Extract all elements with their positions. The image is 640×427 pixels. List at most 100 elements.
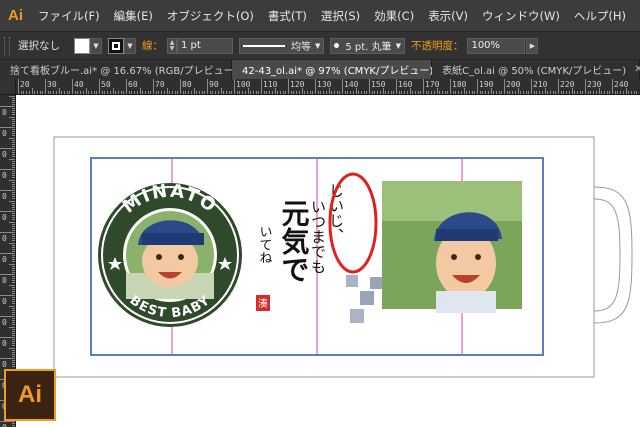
ruler-tick xyxy=(336,91,338,94)
stroke-spinner-icon[interactable]: ▲ ▼ xyxy=(167,37,177,54)
tab-document-1[interactable]: 捨て看板ブルー.ai* @ 16.67% (RGB/プレビュー)✕ xyxy=(0,60,254,79)
ruler-tick xyxy=(320,91,322,94)
ruler-tick xyxy=(50,91,52,94)
ruler-tick xyxy=(423,79,424,94)
ruler-tick xyxy=(12,332,15,334)
illustrator-logo-icon[interactable]: Ai xyxy=(7,5,24,27)
ruler-tick xyxy=(298,91,300,94)
ruler-tick xyxy=(58,88,60,94)
menu-type[interactable]: 書式(T) xyxy=(268,8,307,24)
ruler-tick xyxy=(185,91,187,94)
ruler-number: 0 xyxy=(2,192,7,201)
ruler-tick xyxy=(182,91,184,94)
artboard-canvas[interactable]: MINATO BEST BABY じいじ、 いつまでも 元気で いてね 湊 xyxy=(16,95,640,427)
ruler-tick xyxy=(285,91,287,94)
ruler-tick xyxy=(82,91,84,94)
ruler-tick xyxy=(482,91,484,94)
ruler-tick xyxy=(12,353,15,355)
menu-object[interactable]: オブジェクト(O) xyxy=(167,8,254,24)
calligraphy-line-3: 元気で xyxy=(278,199,311,283)
ruler-tick xyxy=(12,303,15,305)
tab-label: 捨て看板ブルー.ai* @ 16.67% (RGB/プレビュー) xyxy=(10,66,238,77)
ruler-tick xyxy=(0,127,15,128)
ruler-tick xyxy=(139,88,141,94)
ruler-tick xyxy=(131,91,133,94)
ruler-tick xyxy=(12,108,15,110)
ruler-tick xyxy=(331,91,333,94)
menu-select[interactable]: 選択(S) xyxy=(321,8,360,24)
ruler-tick xyxy=(12,345,15,347)
fill-dropdown-icon[interactable]: ▼ xyxy=(90,37,102,54)
calligraphy-line-4: いてね xyxy=(257,225,273,264)
ruler-tick xyxy=(9,347,15,349)
ruler-number: 0 xyxy=(2,360,7,369)
stroke-weight-field[interactable]: 1 pt xyxy=(177,37,233,54)
ruler-tick xyxy=(617,91,619,94)
ruler-tick xyxy=(382,88,384,94)
horizontal-ruler[interactable]: 20 30 40 50 60 70 80 90 100 110 120 130 140 150 160 170… xyxy=(16,79,640,95)
ruler-tick xyxy=(439,91,441,94)
stroke-swatch[interactable] xyxy=(108,37,124,54)
ruler-tick xyxy=(487,91,489,94)
ruler-tick xyxy=(12,360,15,362)
ruler-number: 40 xyxy=(74,80,84,89)
close-icon[interactable]: ✕ xyxy=(634,64,640,75)
panel-grip-icon[interactable] xyxy=(4,36,10,55)
ruler-tick xyxy=(512,91,514,94)
menu-file[interactable]: ファイル(F) xyxy=(38,8,100,24)
ruler-tick xyxy=(371,91,373,94)
ruler-tick xyxy=(12,250,15,252)
ruler-tick xyxy=(12,131,15,133)
brush-definition[interactable]: 5 pt. 丸筆 ▼ xyxy=(330,37,405,54)
ruler-tick xyxy=(12,301,15,303)
ruler-tick xyxy=(155,91,157,94)
ruler-tick xyxy=(193,88,195,94)
ruler-number: 0 xyxy=(2,108,7,117)
ruler-tick xyxy=(0,274,15,275)
ruler-tick xyxy=(55,91,57,94)
ruler-tick xyxy=(12,118,15,120)
opacity-dropdown-icon[interactable]: ▶ xyxy=(526,37,539,54)
variable-width-profile[interactable]: 均等 ▼ xyxy=(239,37,325,54)
ruler-tick xyxy=(450,79,451,94)
ruler-tick xyxy=(447,91,449,94)
ruler-tick xyxy=(255,91,257,94)
chevron-down-icon: ▼ xyxy=(395,41,401,50)
ruler-tick xyxy=(271,91,273,94)
ruler-tick xyxy=(304,91,306,94)
ruler-tick xyxy=(509,91,511,94)
ruler-tick xyxy=(12,213,15,215)
tab-document-2[interactable]: 42-43_ol.ai* @ 97% (CMYK/プレビュー)✕ xyxy=(232,60,450,79)
fill-swatch[interactable] xyxy=(74,37,90,54)
menu-view[interactable]: 表示(V) xyxy=(428,8,468,24)
opacity-label[interactable]: 不透明度： xyxy=(411,38,464,53)
ruler-tick xyxy=(290,91,292,94)
menu-effect[interactable]: 効果(C) xyxy=(374,8,414,24)
ruler-tick xyxy=(12,112,15,114)
ruler-tick xyxy=(261,79,262,94)
ruler-tick xyxy=(207,79,208,94)
ruler-tick xyxy=(306,91,308,94)
ruler-tick xyxy=(269,91,271,94)
ruler-tick xyxy=(520,91,522,94)
menu-window[interactable]: ウィンドウ(W) xyxy=(482,8,560,24)
ruler-tick xyxy=(12,322,15,324)
opacity-field[interactable]: 100% xyxy=(467,37,526,54)
ruler-tick xyxy=(471,91,473,94)
tab-document-3[interactable]: 表紙C_ol.ai @ 50% (CMYK/プレビュー) ✕ xyxy=(432,60,640,79)
ruler-tick xyxy=(12,328,15,330)
ruler-tick xyxy=(458,91,460,94)
menu-edit[interactable]: 編集(E) xyxy=(114,8,153,24)
stroke-label[interactable]: 線： xyxy=(142,38,163,53)
ruler-tick xyxy=(12,366,15,368)
ruler-tick xyxy=(9,158,15,160)
stroke-dropdown-icon[interactable]: ▼ xyxy=(124,37,136,54)
ruler-tick xyxy=(12,150,15,152)
ruler-tick xyxy=(420,91,422,94)
ruler-tick xyxy=(12,206,15,208)
menu-help[interactable]: ヘルプ(H) xyxy=(574,8,626,24)
ruler-tick xyxy=(12,267,15,269)
ruler-tick xyxy=(12,156,15,158)
ruler-origin[interactable] xyxy=(0,79,16,95)
ruler-tick xyxy=(12,364,15,366)
